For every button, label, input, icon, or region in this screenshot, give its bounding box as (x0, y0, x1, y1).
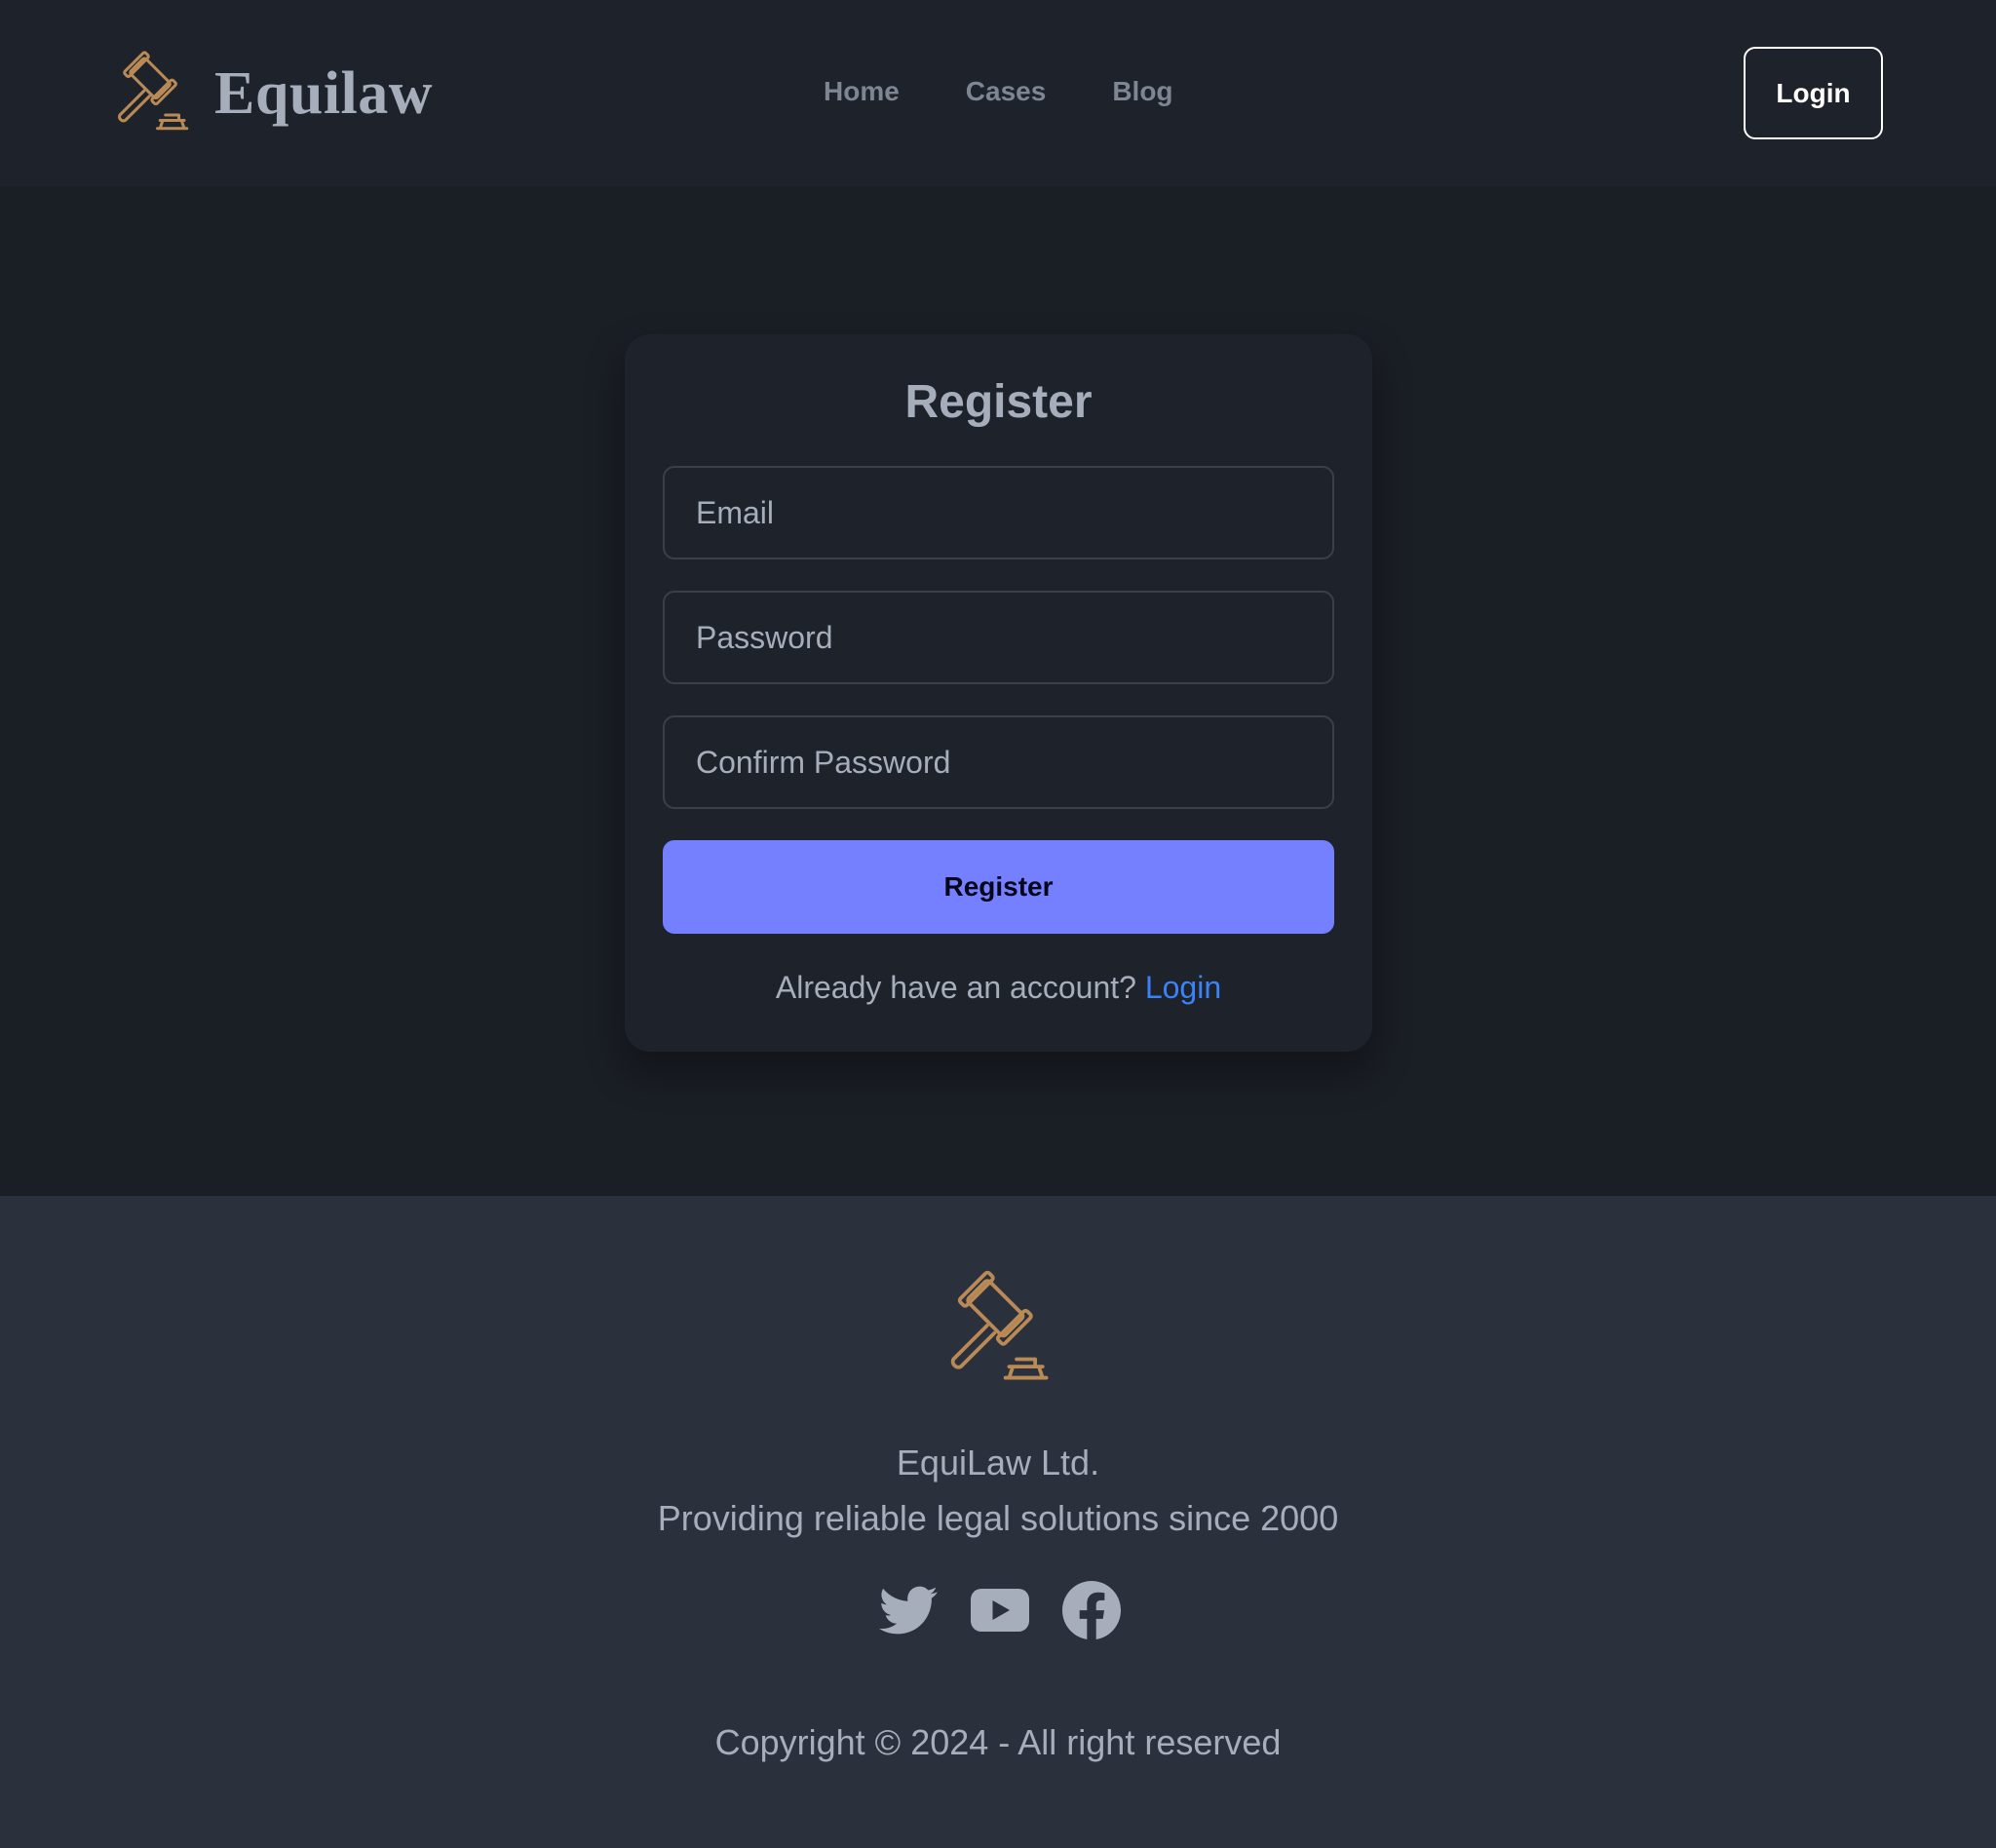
login-link[interactable]: Login (1145, 970, 1221, 1005)
confirm-password-field[interactable] (663, 715, 1334, 809)
email-field[interactable] (663, 466, 1334, 559)
register-title: Register (904, 376, 1093, 428)
youtube-icon[interactable] (971, 1581, 1029, 1639)
gavel-icon (118, 51, 189, 131)
site-footer: EquiLaw Ltd. Providing reliable legal so… (0, 1196, 1996, 1848)
site-header: Equilaw Home Cases Blog Login (0, 0, 1996, 186)
nav-cases[interactable]: Cases (966, 76, 1047, 107)
brand-name: Equilaw (214, 59, 434, 127)
brand[interactable]: Equilaw (109, 51, 433, 136)
nav-blog[interactable]: Blog (1112, 76, 1172, 107)
company-tagline: Providing reliable legal solutions since… (657, 1498, 1339, 1538)
header-login-button[interactable]: Login (1744, 47, 1883, 139)
facebook-icon[interactable] (1062, 1581, 1121, 1639)
gavel-icon (950, 1270, 1049, 1380)
copyright: Copyright © 2024 - All right reserved (714, 1722, 1282, 1762)
main-nav: Home Cases Blog (824, 70, 1173, 113)
password-field[interactable] (663, 591, 1334, 684)
login-prompt-text: Already have an account? (775, 970, 1136, 1005)
login-prompt: Already have an account? Login (625, 970, 1372, 1006)
company-name: EquiLaw Ltd. (896, 1443, 1100, 1482)
register-card: Register Register Already have an accoun… (625, 334, 1372, 1052)
social-links (879, 1579, 1121, 1641)
register-button[interactable]: Register (663, 840, 1334, 934)
nav-home[interactable]: Home (824, 76, 900, 107)
twitter-icon[interactable] (879, 1581, 938, 1639)
